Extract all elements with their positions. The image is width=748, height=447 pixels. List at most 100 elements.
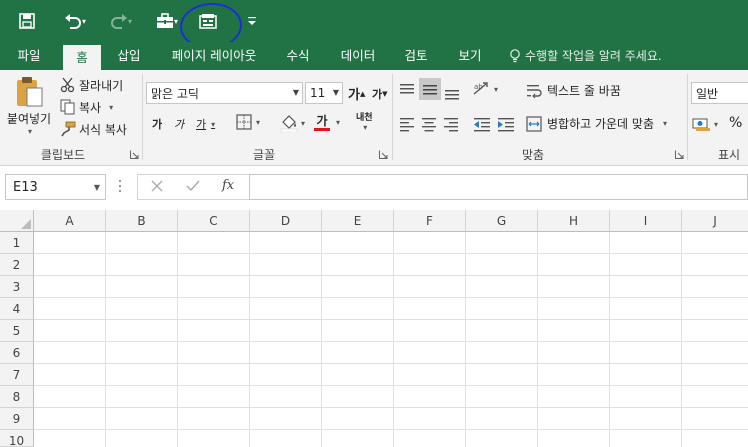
customize-qat-icon[interactable] [245,8,259,34]
font-size-combo[interactable]: 11 ▼ [305,82,343,104]
cell-area[interactable] [34,232,748,447]
column-header[interactable]: J [682,210,748,232]
column-header[interactable]: H [538,210,610,232]
grow-font-button[interactable]: 가 ▲ [348,84,365,103]
merge-center-button[interactable]: 병합하고 가운데 맞춤 ▾ [526,115,667,132]
row-header[interactable]: 5 [0,320,34,342]
cut-button[interactable]: 잘라내기 [60,76,123,94]
phonetic-label: 내천 [356,113,373,123]
form-button[interactable] [196,8,220,34]
format-painter-icon [61,121,76,137]
borders-button[interactable]: ▾ [236,114,260,130]
font-color-button[interactable]: 가 ▾ [314,114,340,131]
copy-button[interactable]: 복사 ▾ [60,98,113,116]
increase-indent-button[interactable] [497,116,515,132]
enter-icon[interactable] [185,179,201,196]
tell-me-search[interactable]: 수행할 작업을 알려 주세요. [509,42,662,70]
accounting-format-button[interactable]: ▾ [692,116,718,132]
row-header[interactable]: 4 [0,298,34,320]
orientation-dropdown-icon[interactable]: ▾ [494,85,498,94]
redo-button[interactable]: ▾ [104,8,138,34]
select-all-corner[interactable] [0,210,34,232]
merge-dropdown-icon[interactable]: ▾ [663,119,667,128]
column-header[interactable]: G [466,210,538,232]
clipboard-launcher-icon[interactable] [130,150,139,159]
tab-home[interactable]: 홈 [63,45,101,70]
chevron-down-icon[interactable]: ▼ [94,183,100,192]
font-color-label: 가 [316,114,328,128]
font-color-dropdown-icon[interactable]: ▾ [336,118,340,127]
redo-icon [111,14,127,29]
tab-insert[interactable]: 삽입 [108,42,150,70]
name-box[interactable]: E13 ▼ [5,174,106,200]
align-left-button[interactable] [399,116,415,132]
number-format-combo[interactable]: 일반 [691,82,748,104]
borders-dropdown-icon[interactable]: ▾ [256,118,260,127]
percent-button[interactable]: % [729,115,742,131]
font-launcher-icon[interactable] [379,150,388,159]
insert-function-button[interactable]: fx [222,178,234,193]
tab-page-layout[interactable]: 페이지 레이아웃 [161,42,267,70]
tab-view[interactable]: 보기 [448,42,492,70]
decrease-indent-button[interactable] [473,116,491,132]
undo-dropdown-icon[interactable]: ▾ [82,17,86,26]
format-painter-button[interactable]: 서식 복사 [60,120,127,138]
tab-file[interactable]: 파일 [4,42,54,70]
align-left-icon [400,118,414,132]
alignment-launcher-icon[interactable] [675,150,684,159]
align-bottom-button[interactable] [444,84,460,100]
align-top-icon [400,84,414,94]
underline-button[interactable]: 가 ▾ [196,116,215,132]
wrap-text-button[interactable]: 텍스트 줄 바꿈 [526,82,621,99]
align-top-button[interactable] [399,82,415,98]
formula-input[interactable] [249,174,748,200]
tab-data[interactable]: 데이터 [330,42,386,70]
underline-dropdown-icon[interactable]: ▾ [211,120,215,129]
paste-button[interactable]: 붙여넣기 ▾ [4,76,54,138]
row-header[interactable]: 7 [0,364,34,386]
column-header[interactable]: I [610,210,682,232]
font-name-combo[interactable]: 맑은 고딕 ▼ [146,82,303,104]
merge-center-label: 병합하고 가운데 맞춤 [547,117,654,131]
text-orientation-icon: ab [473,82,488,95]
bold-button[interactable]: 가 [152,116,162,132]
column-header[interactable]: F [394,210,466,232]
group-separator [392,74,393,160]
fill-color-dropdown-icon[interactable]: ▾ [301,119,305,128]
redo-dropdown-icon[interactable]: ▾ [128,17,132,26]
row-header[interactable]: 2 [0,254,34,276]
cancel-icon[interactable] [150,179,164,196]
copy-dropdown-icon[interactable]: ▾ [109,103,113,112]
align-right-button[interactable] [443,116,459,132]
phonetic-dropdown-icon[interactable]: ▾ [363,123,367,133]
phonetic-button[interactable]: 내천 ▾ [356,113,373,133]
row-header[interactable]: 10 [0,430,34,447]
fill-color-button[interactable]: ▾ [280,114,305,132]
align-center-button[interactable] [421,116,437,132]
font-color-bar [314,128,330,131]
column-header[interactable]: E [322,210,394,232]
formula-bar-grip-icon[interactable] [119,180,122,194]
orientation-button[interactable]: ab ▾ [472,80,498,98]
row-header[interactable]: 8 [0,386,34,408]
briefcase-dropdown-icon[interactable]: ▾ [174,17,178,26]
tab-formulas[interactable]: 수식 [276,42,320,70]
column-header[interactable]: A [34,210,106,232]
row-header[interactable]: 3 [0,276,34,298]
column-header[interactable]: B [106,210,178,232]
align-middle-button[interactable] [419,78,441,100]
column-header[interactable]: C [178,210,250,232]
briefcase-button[interactable]: ▾ [150,8,184,34]
italic-button[interactable]: 가 [174,116,184,132]
column-header[interactable]: D [250,210,322,232]
shrink-font-button[interactable]: 가 ▼ [372,86,388,102]
save-icon[interactable] [14,8,40,34]
worksheet-grid: A B C D E F G H I J 1 2 3 4 5 6 7 8 9 10 [0,210,748,447]
undo-button[interactable]: ▾ [58,8,92,34]
row-header[interactable]: 9 [0,408,34,430]
accounting-dropdown-icon[interactable]: ▾ [714,120,718,129]
tab-review[interactable]: 검토 [394,42,438,70]
row-header[interactable]: 1 [0,232,34,254]
row-header[interactable]: 6 [0,342,34,364]
paste-dropdown-icon[interactable]: ▾ [28,127,32,136]
